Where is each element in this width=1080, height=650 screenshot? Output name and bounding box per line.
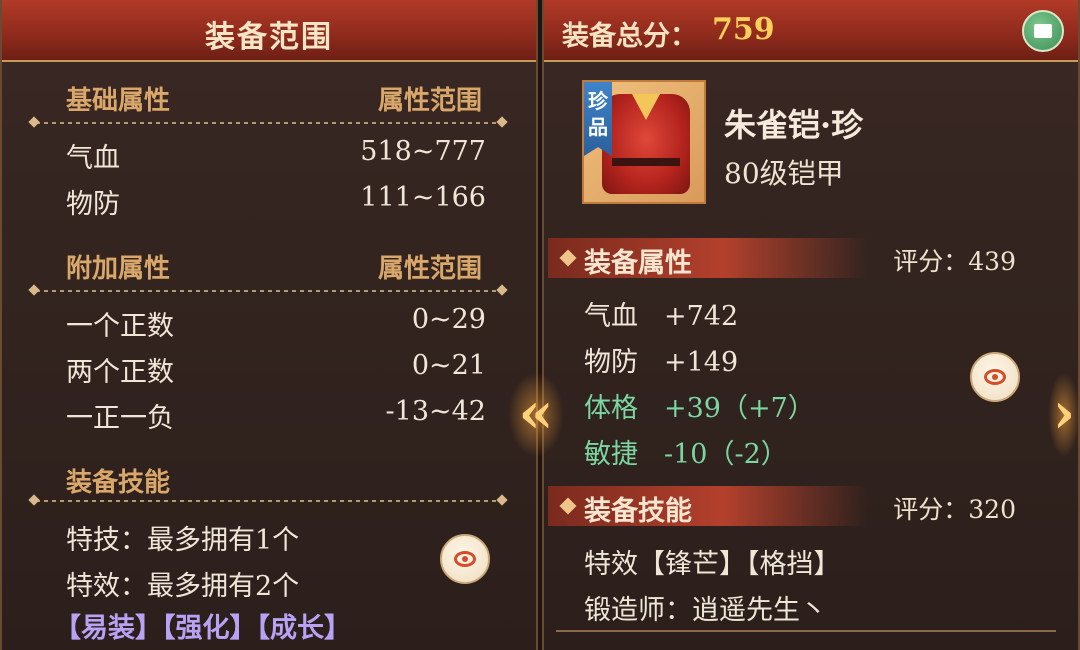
extra-row: 一个正数 0~29 (66, 304, 486, 344)
base-range-heading: 属性范围 (377, 86, 482, 116)
attr-score: 评分：439 (893, 247, 1016, 276)
attr-label: 一个正数 (66, 311, 174, 342)
stat-label: 敏捷 (584, 439, 638, 470)
extra-row: 一正一负 -13~42 (66, 396, 486, 436)
score-header: 装备总分： 759 (544, 0, 1078, 62)
stat-value: +39（+7） (664, 393, 815, 424)
stat-row: 体格 +39（+7） (584, 386, 815, 425)
item-type: 80级铠甲 (724, 157, 844, 190)
base-row: 物防 111~166 (66, 182, 486, 222)
skill-score: 评分：320 (893, 495, 1016, 524)
skill-section-ribbon: 装备技能 (548, 486, 868, 527)
item-icon[interactable]: 珍品 (582, 80, 706, 204)
divider (36, 500, 500, 502)
attr-section-title: 装备属性 (584, 248, 692, 279)
effects-line: 特效【锋芒】【格挡】 (584, 549, 841, 580)
attr-range: -13~42 (385, 396, 486, 427)
skill-section-title: 装备技能 (584, 496, 692, 527)
extra-attr-heading: 附加属性 (66, 254, 171, 284)
attr-label: 两个正数 (66, 357, 174, 388)
attr-label: 一正一负 (66, 403, 174, 434)
attr-section-ribbon: 装备属性 (548, 238, 868, 279)
effect-limit-line: 特效：最多拥有2个 (66, 571, 300, 602)
eye-icon[interactable] (440, 534, 490, 584)
stat-value: +149 (664, 347, 739, 378)
attr-label: 气血 (66, 143, 120, 174)
attr-range: 518~777 (360, 136, 486, 167)
divider (36, 122, 500, 124)
armor-icon (602, 94, 690, 194)
skill-limit-line: 特技：最多拥有1个 (66, 525, 300, 556)
total-score-value: 759 (712, 12, 775, 47)
stat-label: 体格 (584, 393, 638, 424)
extra-row: 两个正数 0~21 (66, 350, 486, 390)
forger-line: 锻造师：逍遥先生丶 (584, 595, 827, 626)
range-panel-title: 装备范围 (205, 20, 333, 55)
base-row: 气血 518~777 (66, 136, 486, 176)
diamond-icon (559, 497, 577, 515)
equip-tags: 【易装】【强化】【成长】 (54, 613, 351, 644)
diamond-icon (559, 249, 577, 267)
attr-range: 0~29 (411, 304, 486, 335)
stat-value: +742 (664, 301, 739, 332)
divider (36, 290, 500, 292)
stat-label: 物防 (584, 347, 638, 378)
chevron-right-icon[interactable]: › (1048, 372, 1080, 458)
equip-skill-heading: 装备技能 (66, 468, 171, 498)
total-score-label: 装备总分： (562, 21, 697, 52)
share-icon[interactable] (1022, 10, 1064, 52)
stat-label: 气血 (584, 301, 638, 332)
stat-row: 敏捷 -10（-2） (584, 432, 788, 471)
rarity-badge: 珍品 (584, 82, 612, 156)
attr-range: 0~21 (411, 350, 486, 381)
double-chevron-left-icon[interactable]: « (508, 372, 564, 458)
divider (556, 630, 1056, 632)
eye-icon[interactable] (970, 352, 1020, 402)
stat-row: 物防 +149 (584, 340, 738, 379)
stat-value: -10（-2） (664, 439, 788, 470)
range-panel-header: 装备范围 (2, 0, 536, 62)
base-attr-heading: 基础属性 (66, 86, 171, 116)
attr-label: 物防 (66, 189, 120, 220)
extra-range-heading: 属性范围 (377, 254, 482, 284)
item-name: 朱雀铠·珍 (724, 106, 864, 144)
stat-row: 气血 +742 (584, 294, 738, 333)
attr-range: 111~166 (360, 182, 486, 213)
